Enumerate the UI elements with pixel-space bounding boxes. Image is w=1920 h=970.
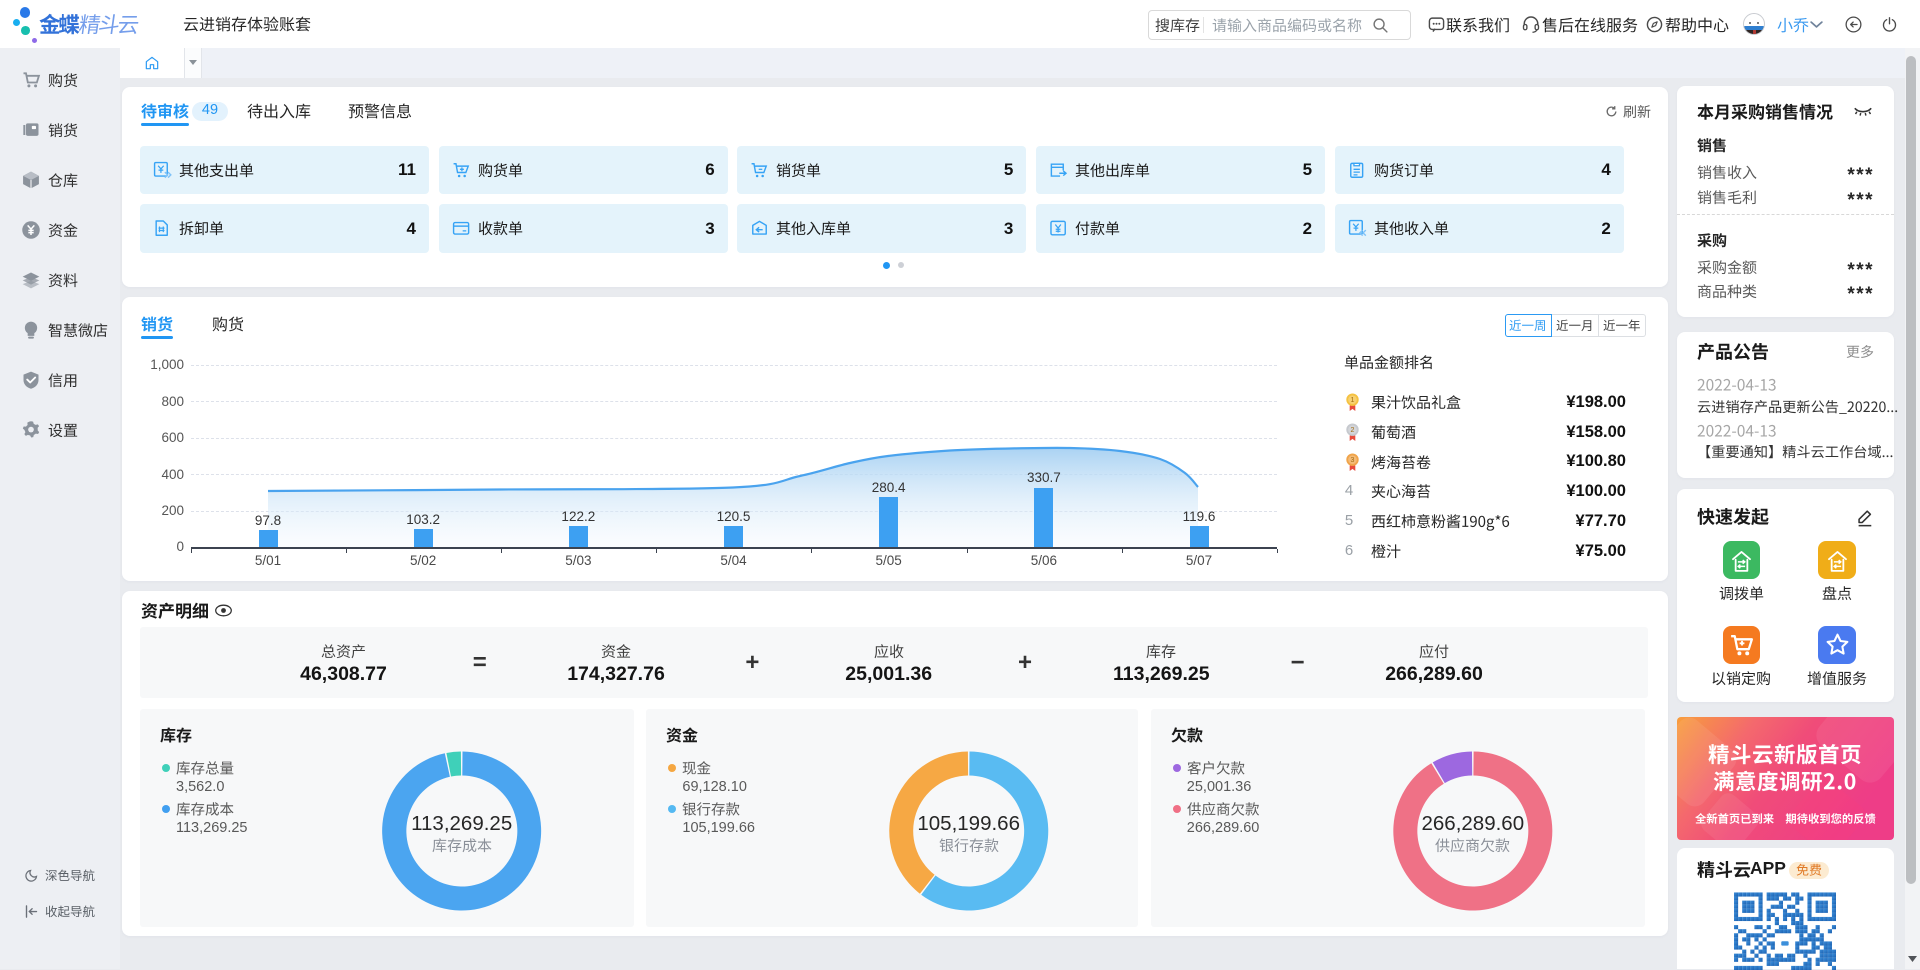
svg-text:3: 3 (1351, 457, 1355, 464)
svg-text:2: 2 (1351, 427, 1355, 434)
svg-text:1: 1 (1351, 397, 1355, 404)
